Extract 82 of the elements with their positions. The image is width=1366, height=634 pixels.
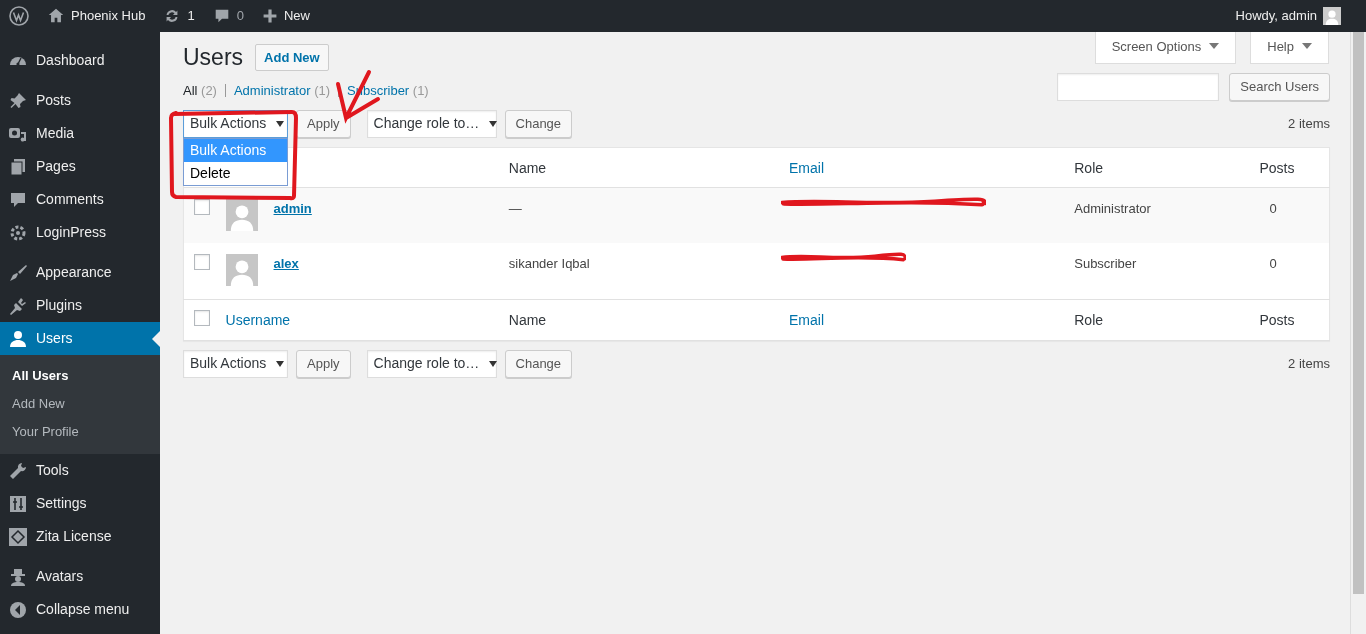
menu-item[interactable]: Users <box>0 322 160 355</box>
menu-item[interactable]: Dashboard <box>0 44 160 77</box>
column-header: Name <box>508 311 547 328</box>
user-link[interactable]: admin <box>273 198 312 231</box>
column-header-link[interactable]: Username <box>225 311 291 328</box>
apply-button[interactable]: Apply <box>296 109 351 138</box>
menu-item[interactable]: Comments <box>0 183 160 216</box>
dropdown-option[interactable]: Delete <box>184 161 287 185</box>
paintbrush-icon <box>8 262 28 283</box>
caret-icon <box>276 360 285 367</box>
role-select[interactable]: Change role to… <box>366 109 497 138</box>
column-header: Posts <box>1259 311 1295 328</box>
caret-icon <box>1209 43 1220 49</box>
screen-options-tab[interactable]: Screen Options <box>1094 32 1237 64</box>
plug-icon <box>8 295 28 316</box>
menu-item[interactable]: Collapse menu <box>0 593 160 626</box>
avatar-icon <box>1323 7 1341 25</box>
menu-item[interactable]: Zita License <box>0 520 160 553</box>
pages-icon <box>8 156 28 177</box>
menu-item[interactable]: Appearance <box>0 256 160 289</box>
column-header: Posts <box>1259 159 1295 176</box>
menu-item[interactable]: Avatars <box>0 560 160 593</box>
name-text: — <box>508 200 522 216</box>
menu-item[interactable]: LoginPress <box>0 216 160 249</box>
diamond-icon <box>8 526 28 547</box>
column-header: Name <box>508 159 547 176</box>
pushpin-icon <box>8 90 28 111</box>
bulk-actions-select[interactable]: Bulk Actions <box>183 349 288 378</box>
role-text: Subscriber <box>1074 256 1137 272</box>
apply-button[interactable]: Apply <box>296 349 351 378</box>
submenu-item[interactable]: All Users <box>0 362 160 390</box>
page-title: Users <box>183 43 244 72</box>
item-count: 2 items <box>1288 354 1330 373</box>
new-link[interactable]: New <box>283 6 310 26</box>
user-icon <box>8 328 28 349</box>
change-button[interactable]: Change <box>504 349 573 378</box>
menu-item[interactable]: Settings <box>0 487 160 520</box>
submenu-item[interactable]: Add New <box>0 390 160 418</box>
submenu-item[interactable]: Your Profile <box>0 418 160 446</box>
post-count: 0 <box>1269 256 1277 272</box>
column-header-link[interactable]: Email <box>789 311 824 328</box>
filter-link[interactable]: Administrator (1) <box>233 81 331 101</box>
sliders-icon <box>8 493 28 514</box>
menu-item[interactable]: Posts <box>0 84 160 117</box>
search-button[interactable]: Search Users <box>1229 72 1330 101</box>
filter-link[interactable]: All (2) <box>183 81 217 101</box>
caret-icon <box>489 120 498 127</box>
figure-icon <box>8 566 28 587</box>
role-text: Administrator <box>1074 200 1151 216</box>
wrench-icon <box>8 460 28 481</box>
role-select[interactable]: Change role to… <box>366 349 497 378</box>
select-all-checkbox[interactable] <box>194 309 210 326</box>
comment-count: 0 <box>236 7 244 26</box>
menu-item[interactable]: Plugins <box>0 289 160 322</box>
name-text: sikander Iqbal <box>508 256 590 272</box>
scrollbar-thumb[interactable] <box>1353 32 1364 594</box>
column-header: Role <box>1074 311 1104 328</box>
caret-icon <box>276 120 285 127</box>
column-header-link[interactable]: Email <box>789 159 824 176</box>
add-new-button[interactable]: Add New <box>255 43 329 72</box>
plus-icon[interactable] <box>261 8 278 24</box>
search-field[interactable] <box>1057 72 1220 101</box>
greeting-link[interactable]: Howdy, admin <box>1235 6 1317 26</box>
separator <box>224 84 226 98</box>
menu-item[interactable]: Pages <box>0 150 160 183</box>
item-count: 2 items <box>1288 114 1330 133</box>
post-count: 0 <box>1269 200 1277 216</box>
menu-item[interactable]: Tools <box>0 454 160 487</box>
home-icon[interactable] <box>47 7 65 25</box>
column-header: Role <box>1074 159 1104 176</box>
caret-icon <box>1302 43 1312 49</box>
user-link[interactable]: alex <box>273 254 299 287</box>
logo-icon[interactable] <box>9 6 29 26</box>
row-checkbox[interactable] <box>194 254 210 271</box>
avatar-icon <box>225 198 258 231</box>
site-name[interactable]: Phoenix Hub <box>71 6 146 26</box>
menu-item[interactable]: Media <box>0 117 160 150</box>
avatar-icon <box>225 254 258 287</box>
update-count: 1 <box>187 7 195 26</box>
caret-icon <box>489 360 498 367</box>
change-button[interactable]: Change <box>504 109 573 138</box>
help-tab[interactable]: Help <box>1250 32 1329 64</box>
